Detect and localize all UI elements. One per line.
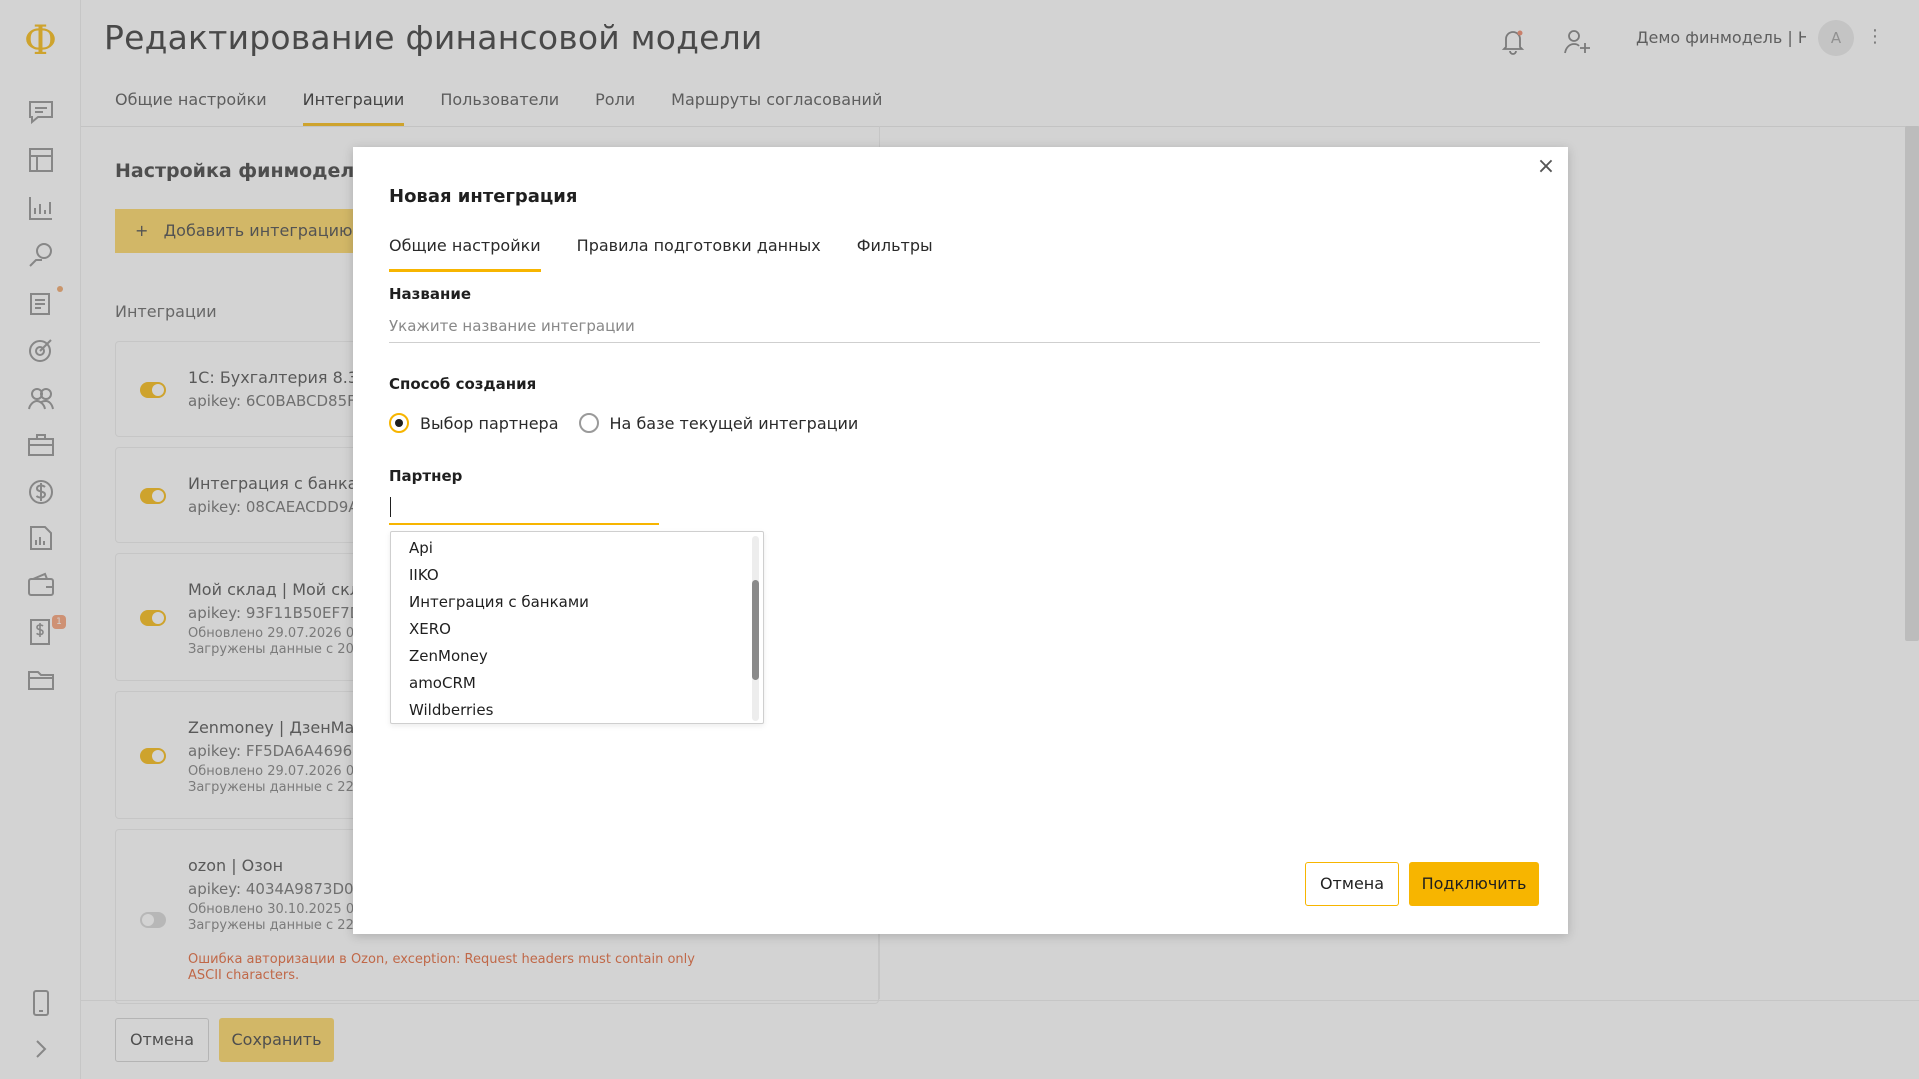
partner-input[interactable]: [389, 489, 659, 525]
radio-select-partner[interactable]: [389, 413, 409, 433]
partner-option[interactable]: Wildberries: [409, 701, 493, 719]
connect-button[interactable]: Подключить: [1409, 862, 1539, 906]
integration-name-input[interactable]: [389, 309, 1540, 343]
modal-tab-general[interactable]: Общие настройки: [389, 236, 541, 272]
modal-tab-data-rules[interactable]: Правила подготовки данных: [577, 236, 821, 272]
text-caret: [390, 497, 391, 517]
partner-option[interactable]: ZenMoney: [409, 647, 488, 665]
partner-label: Партнер: [389, 467, 463, 485]
modal-title: Новая интеграция: [389, 186, 578, 207]
modal-tab-filters[interactable]: Фильтры: [857, 236, 933, 272]
modal-tabs: Общие настройки Правила подготовки данны…: [389, 236, 933, 272]
radio-select-partner-label[interactable]: Выбор партнера: [420, 414, 559, 433]
partner-option[interactable]: Api: [409, 539, 433, 557]
partner-option[interactable]: Интеграция с банками: [409, 593, 589, 611]
new-integration-modal: × Новая интеграция Общие настройки Прави…: [353, 147, 1568, 934]
partner-option[interactable]: amoCRM: [409, 674, 476, 692]
creation-method-group: Выбор партнера На базе текущей интеграци…: [389, 413, 878, 433]
dropdown-scrollbar[interactable]: [752, 536, 759, 721]
partner-option[interactable]: XERO: [409, 620, 451, 638]
partner-dropdown: Api IIKO Интеграция с банками XERO ZenMo…: [390, 531, 764, 724]
radio-based-on-current-label[interactable]: На базе текущей интеграции: [610, 414, 859, 433]
radio-based-on-current[interactable]: [578, 413, 599, 433]
dropdown-scroll-thumb[interactable]: [752, 580, 759, 680]
partner-option[interactable]: IIKO: [409, 566, 439, 584]
name-label: Название: [389, 285, 472, 303]
cancel-button[interactable]: Отмена: [1305, 862, 1399, 906]
close-icon[interactable]: ×: [1536, 156, 1556, 178]
creation-method-label: Способ создания: [389, 375, 537, 393]
